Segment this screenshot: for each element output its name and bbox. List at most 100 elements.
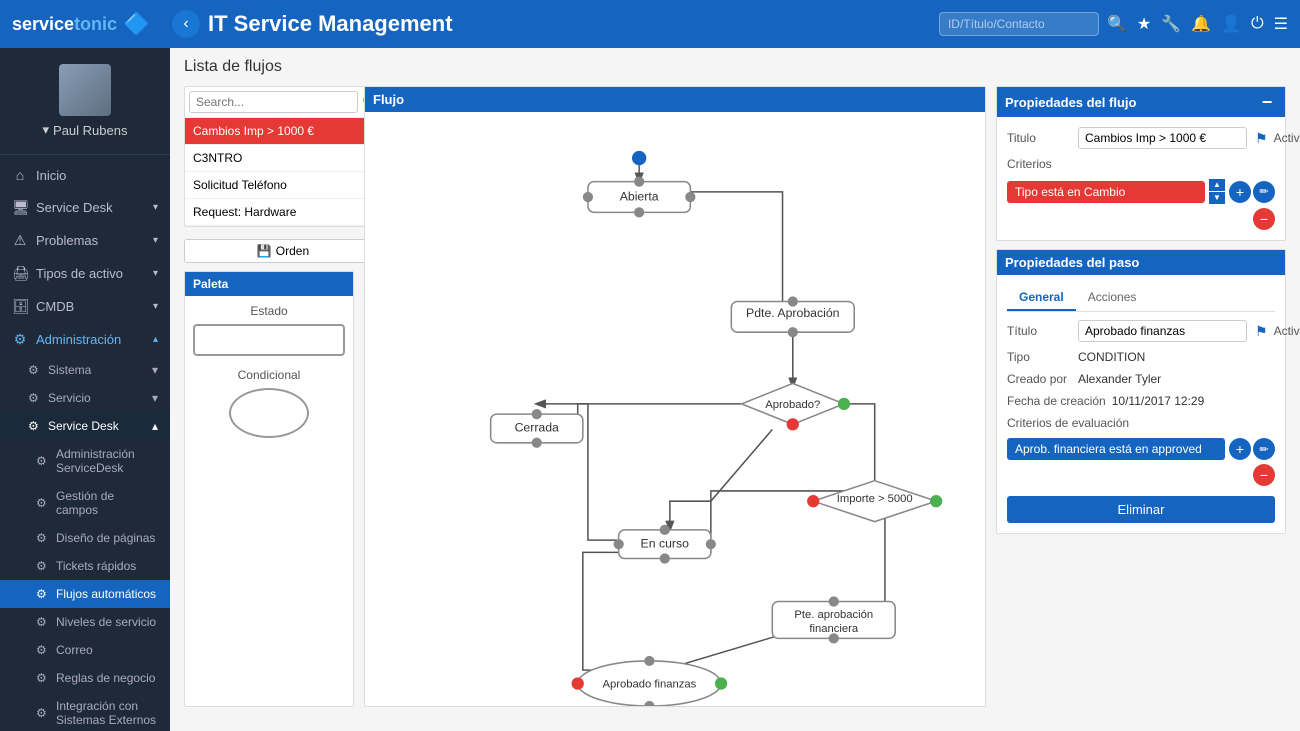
start-node	[632, 151, 646, 165]
step-properties-header: Propiedades del paso	[997, 250, 1285, 275]
dot-aprobado-right	[838, 398, 850, 410]
scroll-up-button[interactable]: ▲	[1209, 179, 1225, 191]
user-icon[interactable]: 👤	[1221, 14, 1241, 34]
palette-header: Paleta	[185, 272, 353, 296]
gear-icon: ⚙	[36, 559, 50, 573]
dot-aprobfin-top	[644, 656, 654, 666]
dot-aprobado-bot	[787, 418, 799, 430]
dot-aprobfin-right	[715, 677, 727, 689]
flow-search-input[interactable]	[189, 91, 358, 113]
step-properties-panel: Propiedades del paso General Acciones Tí…	[996, 249, 1286, 534]
sidebar-sub-tickets-rapidos[interactable]: ⚙ Tickets rápidos	[0, 552, 170, 580]
step-add-criteria-button[interactable]: +	[1229, 438, 1251, 460]
sidebar-sub-sistema[interactable]: ⚙ Sistema ▾	[0, 356, 170, 384]
gear-icon: ⚙	[36, 706, 50, 720]
btn-eliminar[interactable]: Eliminar	[1007, 496, 1275, 523]
step-titulo-input[interactable]	[1078, 320, 1247, 342]
step-flag-icon: ⚑	[1255, 323, 1268, 340]
sidebar-sub-servicedesk[interactable]: ⚙ Service Desk ▴	[0, 412, 170, 440]
condicional-label: Condicional	[193, 368, 345, 382]
sidebar-sub-correo[interactable]: ⚙ Correo	[0, 636, 170, 664]
sidebar-sub-servicio[interactable]: ⚙ Servicio ▾	[0, 384, 170, 412]
node-abierta-left-dot	[583, 192, 593, 202]
palette-content: Estado Condicional	[185, 296, 353, 446]
step-activo-label: Activo	[1274, 324, 1300, 338]
menu-icon[interactable]: ☰	[1274, 14, 1288, 34]
sidebar-sub-reglas-negocio[interactable]: ⚙ Reglas de negocio	[0, 664, 170, 692]
criteria-scroll-btns: ▲ ▼	[1209, 179, 1225, 204]
step-fecha-label: Fecha de creación	[1007, 394, 1106, 408]
sidebar-item-inicio[interactable]: ⌂ Inicio	[0, 159, 170, 191]
back-button[interactable]: ‹	[172, 10, 200, 38]
criteria-tag-tipo[interactable]: Tipo está en Cambio	[1007, 181, 1205, 203]
palette-estado[interactable]	[193, 324, 345, 356]
flow-list-item-2[interactable]: Solicitud Teléfono	[185, 172, 381, 199]
sidebar-sub-diseno-paginas[interactable]: ⚙ Diseño de páginas	[0, 524, 170, 552]
dot-encurso-top	[660, 525, 670, 535]
arrow-aprobado-importe	[834, 404, 875, 491]
power-icon[interactable]: ⏻	[1251, 15, 1264, 33]
dot-aprobfin-left	[572, 677, 584, 689]
dot-pdte-bot	[788, 327, 798, 337]
tab-general[interactable]: General	[1007, 285, 1076, 311]
sidebar-sub-niveles-servicio[interactable]: ⚙ Niveles de servicio	[0, 608, 170, 636]
dot-encurso-right	[706, 539, 716, 549]
logo-tonic: tonic	[74, 14, 117, 35]
dot-pteaprobfin-bot	[829, 633, 839, 643]
sidebar-user: ▾ Paul Rubens	[0, 48, 170, 155]
sidebar-item-administracion[interactable]: ⚙ Administración ▴	[0, 323, 170, 356]
edit-criteria-button[interactable]: ✏	[1253, 181, 1275, 203]
sidebar-sub-flujos-automaticos[interactable]: ⚙ Flujos automáticos	[0, 580, 170, 608]
top-header: servicetonic 🔷 ‹ IT Service Management 🔍…	[0, 0, 1300, 48]
btn-orden[interactable]: 💾 Orden	[184, 239, 382, 263]
star-icon[interactable]: ★	[1137, 14, 1151, 34]
avatar-image	[59, 64, 111, 116]
prop-criteria-row: Tipo está en Cambio ▲ ▼ + ✏	[1007, 179, 1275, 204]
flow-list-item-3[interactable]: Request: Hardware	[185, 199, 381, 226]
step-criteria-tag[interactable]: Aprob. financiera está en approved	[1007, 438, 1225, 460]
flow-area: 🔍 Cambios Imp > 1000 € C3NTRO Solicitud …	[184, 86, 1286, 707]
sidebar-sub-admin-sd[interactable]: ⚙ Administración ServiceDesk	[0, 440, 170, 482]
node-pdte-aprobacion-text: Pdte. Aprobación	[746, 306, 840, 320]
flow-properties-header: Propiedades del flujo −	[997, 87, 1285, 117]
palette-condicional[interactable]	[229, 388, 309, 438]
search-icon[interactable]: 🔍	[1107, 14, 1127, 34]
dot-pteaprobfin-top	[829, 596, 839, 606]
arrow-importe-pteaprobfin	[864, 517, 884, 614]
step-creado-value: Alexander Tyler	[1078, 372, 1161, 386]
flow-search-bar: 🔍	[185, 87, 381, 118]
flow-diagram-panel: Flujo	[364, 86, 986, 707]
flag-icon: ⚑	[1255, 130, 1268, 147]
step-tipo-value: CONDITION	[1078, 350, 1145, 364]
sidebar-item-tipos-activo[interactable]: 🖨 Tipos de activo ▾	[0, 257, 170, 290]
tab-acciones[interactable]: Acciones	[1076, 285, 1149, 311]
flow-list-item-0[interactable]: Cambios Imp > 1000 €	[185, 118, 381, 145]
flow-diagram-header: Flujo	[365, 87, 985, 112]
minimize-flow-properties-button[interactable]: −	[1257, 92, 1277, 112]
wrench-icon[interactable]: 🔧	[1161, 14, 1181, 34]
remove-criteria-button[interactable]: −	[1253, 208, 1275, 230]
step-edit-criteria-button[interactable]: ✏	[1253, 438, 1275, 460]
sidebar-item-servicedesk[interactable]: 🖥 Service Desk ▾	[0, 191, 170, 224]
step-titulo-row: Título ⚑ Activo	[1007, 320, 1275, 342]
bell-icon[interactable]: 🔔	[1191, 14, 1211, 34]
sidebar-sub-gestion-campos[interactable]: ⚙ Gestión de campos	[0, 482, 170, 524]
gear-icon: ⚙	[36, 496, 50, 510]
add-criteria-button[interactable]: +	[1229, 181, 1251, 203]
sidebar-item-problemas[interactable]: ⚠ Problemas ▾	[0, 224, 170, 257]
scroll-down-button[interactable]: ▼	[1209, 192, 1225, 204]
prop-titulo-input[interactable]	[1078, 127, 1247, 149]
prop-activo-label: Activo	[1274, 131, 1300, 145]
flow-diagram-body[interactable]: Abierta Pdte. Aprobación Aprobado?	[365, 112, 985, 706]
prop-titulo-row: Titulo ⚑ Activo	[1007, 127, 1275, 149]
sidebar-sub-integracion[interactable]: ⚙ Integración con Sistemas Externos	[0, 692, 170, 731]
step-remove-criteria-button[interactable]: −	[1253, 464, 1275, 486]
gear-icon: ⚙	[28, 391, 42, 405]
search-input[interactable]	[939, 12, 1099, 36]
chevron-down-icon: ▾	[153, 202, 158, 213]
flow-list-section: 🔍 Cambios Imp > 1000 € C3NTRO Solicitud …	[184, 86, 354, 263]
flow-list-item-1[interactable]: C3NTRO	[185, 145, 381, 172]
sidebar-item-cmdb[interactable]: 🗄 CMDB ▾	[0, 290, 170, 323]
flow-list-inner: 🔍 Cambios Imp > 1000 € C3NTRO Solicitud …	[184, 86, 382, 263]
chevron-down-icon: ▾	[153, 235, 158, 246]
